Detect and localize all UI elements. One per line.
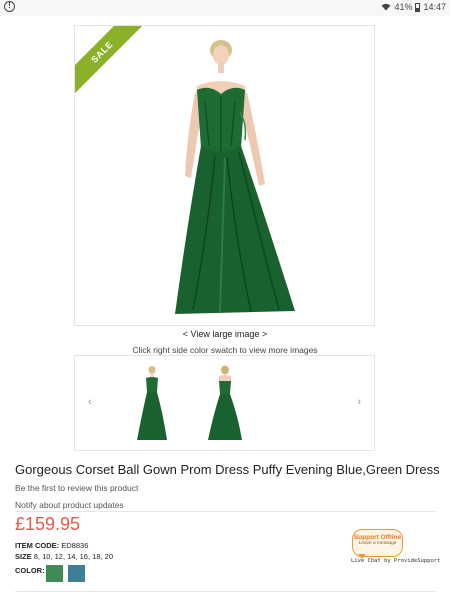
product-title: Gorgeous Corset Ball Gown Prom Dress Puf…: [15, 462, 440, 477]
thumbnail-carousel: ‹ ›: [74, 355, 375, 451]
support-line1: Support Offline: [353, 534, 402, 541]
livechat-credit[interactable]: Live Chat by ProvideSupport: [351, 558, 440, 564]
swatch-hint-text: Click right side color swatch to view mo…: [132, 345, 318, 355]
battery-percent: 41%: [394, 2, 413, 12]
color-label: COLOR:: [15, 566, 45, 575]
support-line2: Leave a message: [358, 541, 397, 546]
view-large-image-link[interactable]: < View large image >: [0, 329, 450, 339]
status-bar: ! 41% 14:47: [0, 0, 450, 16]
color-swatch-green[interactable]: [46, 565, 63, 582]
size-values: 8, 10, 12, 14, 16, 18, 20: [33, 552, 113, 561]
sale-ribbon: SALE: [75, 26, 155, 106]
review-link[interactable]: Be the first to review this product: [15, 483, 138, 493]
info-circle-icon: !: [4, 1, 15, 12]
chevron-right-icon[interactable]: ›: [357, 396, 361, 408]
item-code: ITEM CODE: ED8836: [15, 541, 88, 550]
clock: 14:47: [423, 2, 446, 12]
sale-label: SALE: [89, 39, 115, 65]
main-product-image[interactable]: SALE: [74, 25, 375, 326]
color-swatch-blue[interactable]: [68, 565, 85, 582]
thumbnail-back[interactable]: [200, 364, 250, 442]
item-code-value: ED8836: [61, 541, 89, 550]
divider: [15, 591, 435, 592]
support-offline-badge[interactable]: Support Offline Leave a message: [352, 529, 403, 557]
battery-icon: [415, 2, 421, 12]
status-right: 41% 14:47: [381, 2, 446, 12]
wifi-icon: [381, 3, 391, 11]
thumbnail-front[interactable]: [127, 364, 177, 442]
chevron-left-icon[interactable]: ‹: [88, 396, 92, 408]
item-code-label: ITEM CODE:: [15, 541, 60, 550]
price: £159.95: [15, 514, 81, 534]
notify-link[interactable]: Notify about product updates: [15, 500, 124, 510]
size-label: SIZE: [15, 552, 32, 561]
size-list: SIZE 8, 10, 12, 14, 16, 18, 20: [15, 552, 113, 561]
divider: [15, 511, 435, 512]
